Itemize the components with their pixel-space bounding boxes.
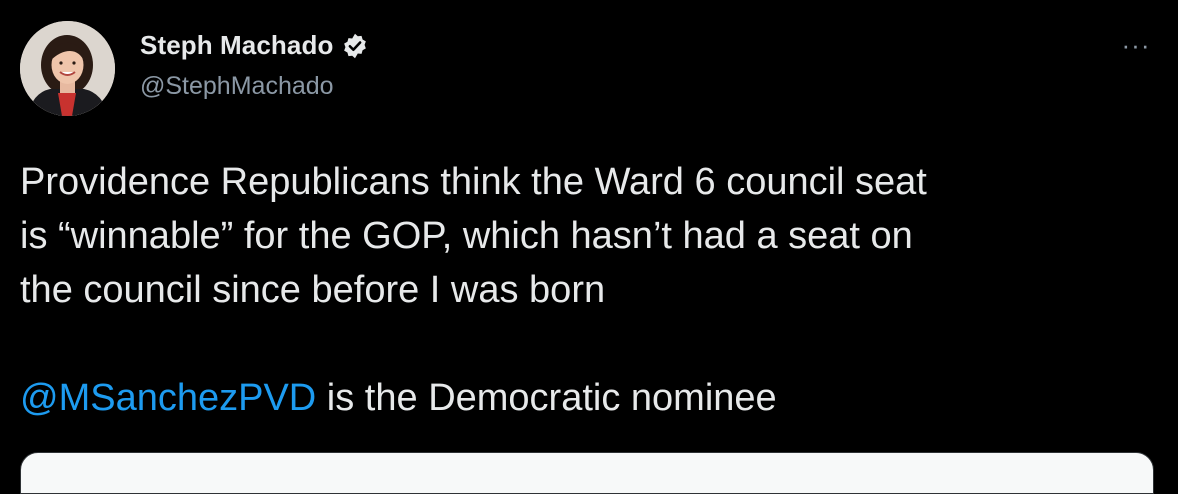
avatar[interactable]	[20, 21, 115, 116]
tweet-line: the council since before I was born	[20, 269, 606, 311]
more-options-icon[interactable]: ···	[1116, 30, 1156, 60]
mention-suffix-text: is the Democratic nominee	[316, 377, 777, 419]
tweet-card: Steph Machado @StephMachado ··· Providen…	[0, 0, 1178, 494]
tweet-text: Providence Republicans think the Ward 6 …	[20, 155, 1150, 425]
tweet-line: Providence Republicans think the Ward 6 …	[20, 161, 927, 203]
tweet-mention-line: @MSanchezPVD is the Democratic nominee	[20, 371, 1150, 425]
tweet-line: is “winnable” for the GOP, which hasn’t …	[20, 215, 913, 257]
mention-link[interactable]: @MSanchezPVD	[20, 377, 316, 419]
author-name-row: Steph Machado	[140, 30, 369, 61]
embedded-card-preview[interactable]	[20, 452, 1154, 494]
verified-badge-icon	[341, 32, 369, 60]
profile-photo-icon	[20, 21, 115, 116]
display-name[interactable]: Steph Machado	[140, 30, 333, 61]
more-options-glyph: ···	[1121, 29, 1151, 60]
author-handle[interactable]: @StephMachado	[140, 72, 334, 101]
